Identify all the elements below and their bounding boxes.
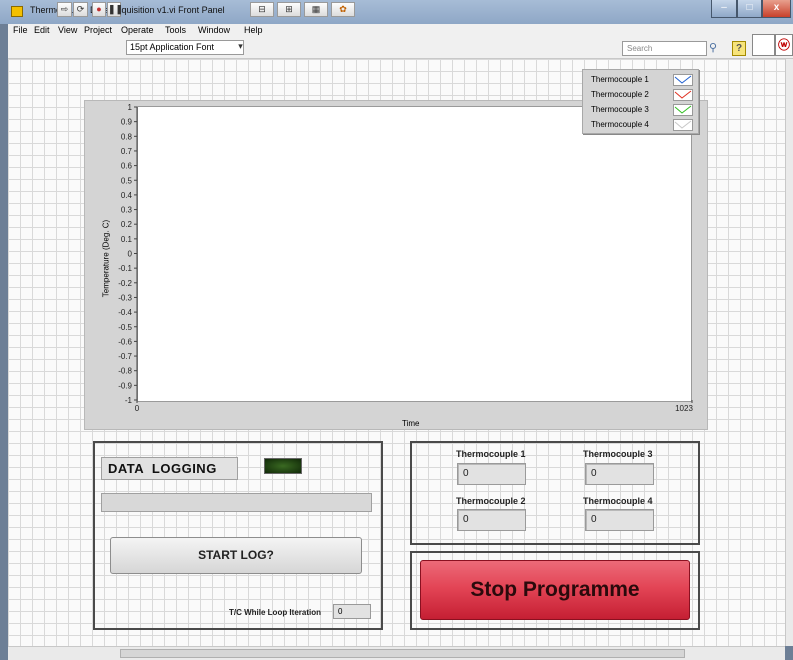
menu-operate[interactable]: Operate: [121, 25, 154, 35]
vi-connector-pane[interactable]: [752, 34, 775, 56]
x-axis-label: Time: [402, 419, 420, 428]
abort-icon[interactable]: ●: [92, 2, 106, 17]
search-input[interactable]: Search: [622, 41, 707, 56]
thermocouple-2-label: Thermocouple 2: [456, 496, 526, 506]
data-logging-label: DATA LOGGING: [101, 457, 238, 480]
logging-progress-bar: [101, 493, 372, 512]
thermocouple-1-indicator: 0: [457, 463, 526, 485]
run-arrow-icon[interactable]: ⇨: [57, 2, 72, 17]
legend-label: Thermocouple 1: [591, 75, 649, 84]
thermocouple-3-indicator: 0: [585, 463, 654, 485]
reorder-icon[interactable]: ✿: [331, 2, 355, 17]
legend-item[interactable]: Thermocouple 3: [591, 103, 696, 117]
thermocouple-4-label: Thermocouple 4: [583, 496, 653, 506]
window-left-border: [0, 24, 8, 660]
y-axis-label: Temperature (Deg. C): [101, 219, 111, 298]
legend-label: Thermocouple 4: [591, 120, 649, 129]
thermocouple-4-indicator: 0: [585, 509, 654, 531]
iteration-indicator: 0: [333, 604, 371, 619]
legend-line-3: [674, 105, 692, 114]
menu-edit[interactable]: Edit: [34, 25, 50, 35]
legend-label: Thermocouple 3: [591, 105, 649, 114]
legend-swatch: [673, 119, 693, 131]
maximize-button[interactable]: □: [737, 0, 762, 18]
iteration-label: T/C While Loop Iteration: [229, 608, 321, 617]
legend-line-4: [674, 120, 692, 129]
stop-programme-button[interactable]: Stop Programme: [420, 560, 690, 620]
vi-icon[interactable]: ⓦ: [775, 34, 793, 56]
distribute-objects-icon[interactable]: ⊞: [277, 2, 301, 17]
chevron-down-icon[interactable]: ▾: [235, 40, 246, 55]
start-log-button[interactable]: START LOG?: [110, 537, 362, 574]
menu-window[interactable]: Window: [198, 25, 230, 35]
legend-item[interactable]: Thermocouple 4: [591, 118, 696, 132]
minimize-button[interactable]: –: [711, 0, 737, 18]
horizontal-scrollbar-thumb[interactable]: [120, 649, 685, 658]
legend-line-1: [674, 75, 692, 84]
vertical-scrollbar[interactable]: [785, 59, 793, 646]
chart-plot-area[interactable]: [137, 106, 692, 402]
pause-icon[interactable]: ❚❚: [107, 2, 123, 17]
menu-help[interactable]: Help: [244, 25, 263, 35]
resize-objects-icon[interactable]: ▦: [304, 2, 328, 17]
thermocouple-2-indicator: 0: [457, 509, 526, 531]
legend-label: Thermocouple 2: [591, 90, 649, 99]
legend-item[interactable]: Thermocouple 1: [591, 73, 696, 87]
plot-legend[interactable]: Thermocouple 1 Thermocouple 2 Thermocoup…: [582, 69, 699, 134]
y-axis-label-wrap: Temperature (Deg. C): [96, 220, 116, 297]
legend-line-2: [674, 90, 692, 99]
legend-swatch: [673, 89, 693, 101]
thermocouple-readings-cluster: [410, 441, 700, 545]
legend-item[interactable]: Thermocouple 2: [591, 88, 696, 102]
menu-project[interactable]: Project: [84, 25, 112, 35]
logging-led-indicator[interactable]: [264, 458, 302, 474]
menu-view[interactable]: View: [58, 25, 77, 35]
menu-bar: File Edit View Project Operate Tools Win…: [8, 24, 793, 39]
align-objects-icon[interactable]: ⊟: [250, 2, 274, 17]
thermocouple-3-label: Thermocouple 3: [583, 449, 653, 459]
legend-swatch: [673, 74, 693, 86]
font-select[interactable]: 15pt Application Font: [126, 40, 244, 55]
help-icon[interactable]: ?: [732, 41, 746, 56]
vi-app-icon: [11, 6, 23, 17]
legend-swatch: [673, 104, 693, 116]
thermocouple-1-label: Thermocouple 1: [456, 449, 526, 459]
run-continuously-icon[interactable]: ⟳: [73, 2, 88, 17]
close-button[interactable]: x: [762, 0, 791, 18]
search-icon[interactable]: ⚲: [709, 41, 717, 54]
menu-file[interactable]: File: [13, 25, 28, 35]
menu-tools[interactable]: Tools: [165, 25, 186, 35]
